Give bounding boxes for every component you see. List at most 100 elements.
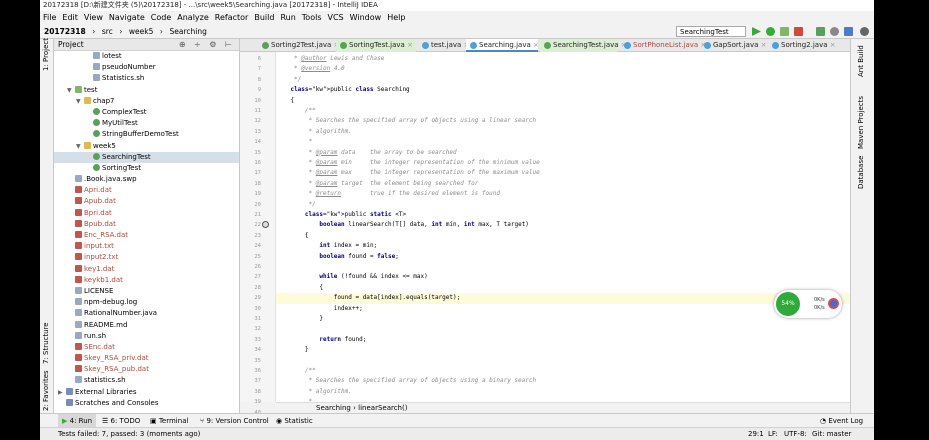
chevron-right-icon[interactable]: ▶ (58, 387, 66, 398)
tree-item[interactable]: MyUtilTest (54, 118, 239, 129)
line-separator[interactable]: LF: (768, 428, 778, 440)
tree-item[interactable]: Skey_RSA_priv.dat (54, 353, 239, 364)
network-speed-widget[interactable]: 54% 0K/s 0K/s (774, 290, 842, 318)
tree-item[interactable]: npm-debug.log (54, 297, 239, 308)
editor-tab[interactable]: SearchingTest.java × (540, 39, 627, 52)
menu-run[interactable]: Run (280, 13, 295, 22)
menu-navigate[interactable]: Navigate (109, 13, 145, 22)
tree-item[interactable]: input.txt (54, 241, 239, 252)
menu-window[interactable]: Window (350, 13, 382, 22)
code-editor[interactable]: * @author Lewis and Chase * @version 4.0… (276, 52, 850, 402)
tree-item[interactable]: Bpub.dat (54, 219, 239, 230)
menu-tools[interactable]: Tools (302, 13, 322, 22)
nav-crumb-src[interactable]: src (102, 24, 113, 39)
close-icon[interactable]: × (758, 41, 767, 49)
menu-file[interactable]: File (43, 13, 56, 22)
editor-tab[interactable]: Sorting2Test.java × (258, 39, 339, 52)
run-icon[interactable] (752, 27, 761, 36)
editor-tab[interactable]: Searching.java × (466, 39, 539, 52)
chevron-down-icon[interactable]: ▼ (76, 96, 84, 107)
caret-position[interactable]: 29:1 (748, 428, 764, 440)
tree-item[interactable]: Apub.dat (54, 196, 239, 207)
close-icon[interactable]: × (531, 41, 539, 49)
tree-item[interactable]: .Book.java.swp (54, 174, 239, 185)
file-icon (75, 208, 82, 216)
version-control-tab[interactable]: ⑂ 9: Version Control (200, 414, 269, 428)
tree-item[interactable]: ComplexTest (54, 107, 239, 118)
menu-build[interactable]: Build (254, 13, 274, 22)
tree-item[interactable]: key1.dat (54, 264, 239, 275)
menu-refactor[interactable]: Refactor (215, 13, 249, 22)
menu-analyze[interactable]: Analyze (177, 13, 209, 22)
tree-item[interactable]: LICENSE (54, 286, 239, 297)
tree-item[interactable]: Scratches and Consoles (54, 398, 239, 409)
terminal-tab[interactable]: ▣ Terminal (150, 414, 188, 428)
todo-tab[interactable]: ☰ 6: TODO (102, 414, 140, 428)
run-config-select[interactable]: SearchingTest (676, 26, 746, 37)
git-branch[interactable]: Git: master (812, 428, 851, 440)
maven-tool-button[interactable]: Maven Projects (857, 96, 865, 149)
database-tool-button[interactable]: Database (857, 156, 865, 189)
tree-item[interactable]: SEnc.dat (54, 342, 239, 353)
nav-crumb-week5[interactable]: week5 (129, 24, 153, 39)
tree-item[interactable]: lotest (54, 51, 239, 62)
file-encoding[interactable]: UTF-8: (784, 428, 807, 440)
tree-item[interactable]: statistics.sh (54, 375, 239, 386)
tree-item[interactable]: RationalNumber.java (54, 308, 239, 319)
tree-item[interactable]: Skey_RSA_pub.dat (54, 364, 239, 375)
tree-item[interactable]: run.sh (54, 331, 239, 342)
structure-tool-button[interactable]: 7: Structure (42, 322, 50, 364)
run-tab[interactable]: ▶ 4: Run (58, 414, 97, 428)
tree-item[interactable]: ▶ External Libraries (54, 387, 239, 398)
tree-item[interactable]: SortingTest (54, 163, 239, 174)
tree-item[interactable]: Apri.dat (54, 185, 239, 196)
breadcrumb-method[interactable]: linearSearch() (358, 404, 407, 412)
tree-item[interactable]: keykb1.dat (54, 275, 239, 286)
menu-edit[interactable]: Edit (62, 13, 78, 22)
editor-tab[interactable]: SortPhoneList.java × (620, 39, 706, 52)
ant-build-tool-button[interactable]: Ant Build (857, 45, 865, 77)
editor-tab[interactable]: GapSort.java × (700, 39, 767, 52)
override-marker-icon[interactable] (262, 221, 269, 229)
tree-item[interactable]: input2.txt (54, 252, 239, 263)
editor-tab[interactable]: Sorting2.java × (768, 39, 836, 52)
stop-icon[interactable] (794, 27, 803, 36)
nav-crumb-searching[interactable]: Searching (169, 24, 206, 39)
chevron-down-icon[interactable]: ▼ (67, 85, 75, 96)
menu-vcs[interactable]: VCS (328, 13, 344, 22)
tree-item[interactable]: pseudoNumber (54, 62, 239, 73)
tree-item[interactable]: ▼ week5 (54, 141, 239, 152)
event-log-tab[interactable]: ◔ Event Log (820, 414, 863, 428)
nav-crumb-project[interactable]: 20172318 (44, 24, 86, 39)
favorites-tool-button[interactable]: 2: Favorites (42, 370, 50, 411)
project-tool-button[interactable]: 1: Project (42, 38, 50, 71)
close-icon[interactable]: × (828, 41, 836, 49)
tree-item[interactable]: Enc_RSA.dat (54, 230, 239, 241)
sdk-icon[interactable] (844, 27, 853, 36)
tree-item[interactable]: ▼ chap7 (54, 96, 239, 107)
tree-item[interactable]: README.md (54, 320, 239, 331)
project-panel-title[interactable]: Project (58, 40, 84, 49)
project-panel-actions[interactable]: ⊕ ÷ ⚙ ⊢ (179, 39, 235, 51)
build-icon[interactable] (816, 27, 825, 36)
tree-item[interactable]: Statistics.sh (54, 73, 239, 84)
editor-tab[interactable]: test.java × (418, 39, 469, 52)
accelerate-icon[interactable] (828, 298, 839, 309)
chevron-down-icon[interactable]: ▼ (76, 141, 84, 152)
coverage-icon[interactable] (780, 27, 789, 36)
tree-item[interactable]: ▼ test (54, 85, 239, 96)
search-everywhere-icon[interactable] (860, 27, 869, 36)
tree-item[interactable]: SearchingTest (54, 151, 239, 163)
breadcrumb-class[interactable]: Searching (316, 404, 351, 412)
menu-code[interactable]: Code (151, 13, 171, 22)
menu-view[interactable]: View (84, 13, 103, 22)
debug-icon[interactable] (766, 27, 775, 36)
close-icon[interactable]: × (405, 41, 413, 49)
editor-tab[interactable]: SortingTest.java × (336, 39, 416, 52)
status-message[interactable]: Tests failed: 7, passed: 3 (moments ago) (58, 428, 200, 440)
tree-item[interactable]: Bpri.dat (54, 208, 239, 219)
statistic-tab[interactable]: ◉ Statistic (276, 414, 313, 428)
menu-help[interactable]: Help (387, 13, 405, 22)
settings-icon[interactable] (830, 27, 839, 36)
tree-item[interactable]: StringBufferDemoTest (54, 129, 239, 140)
